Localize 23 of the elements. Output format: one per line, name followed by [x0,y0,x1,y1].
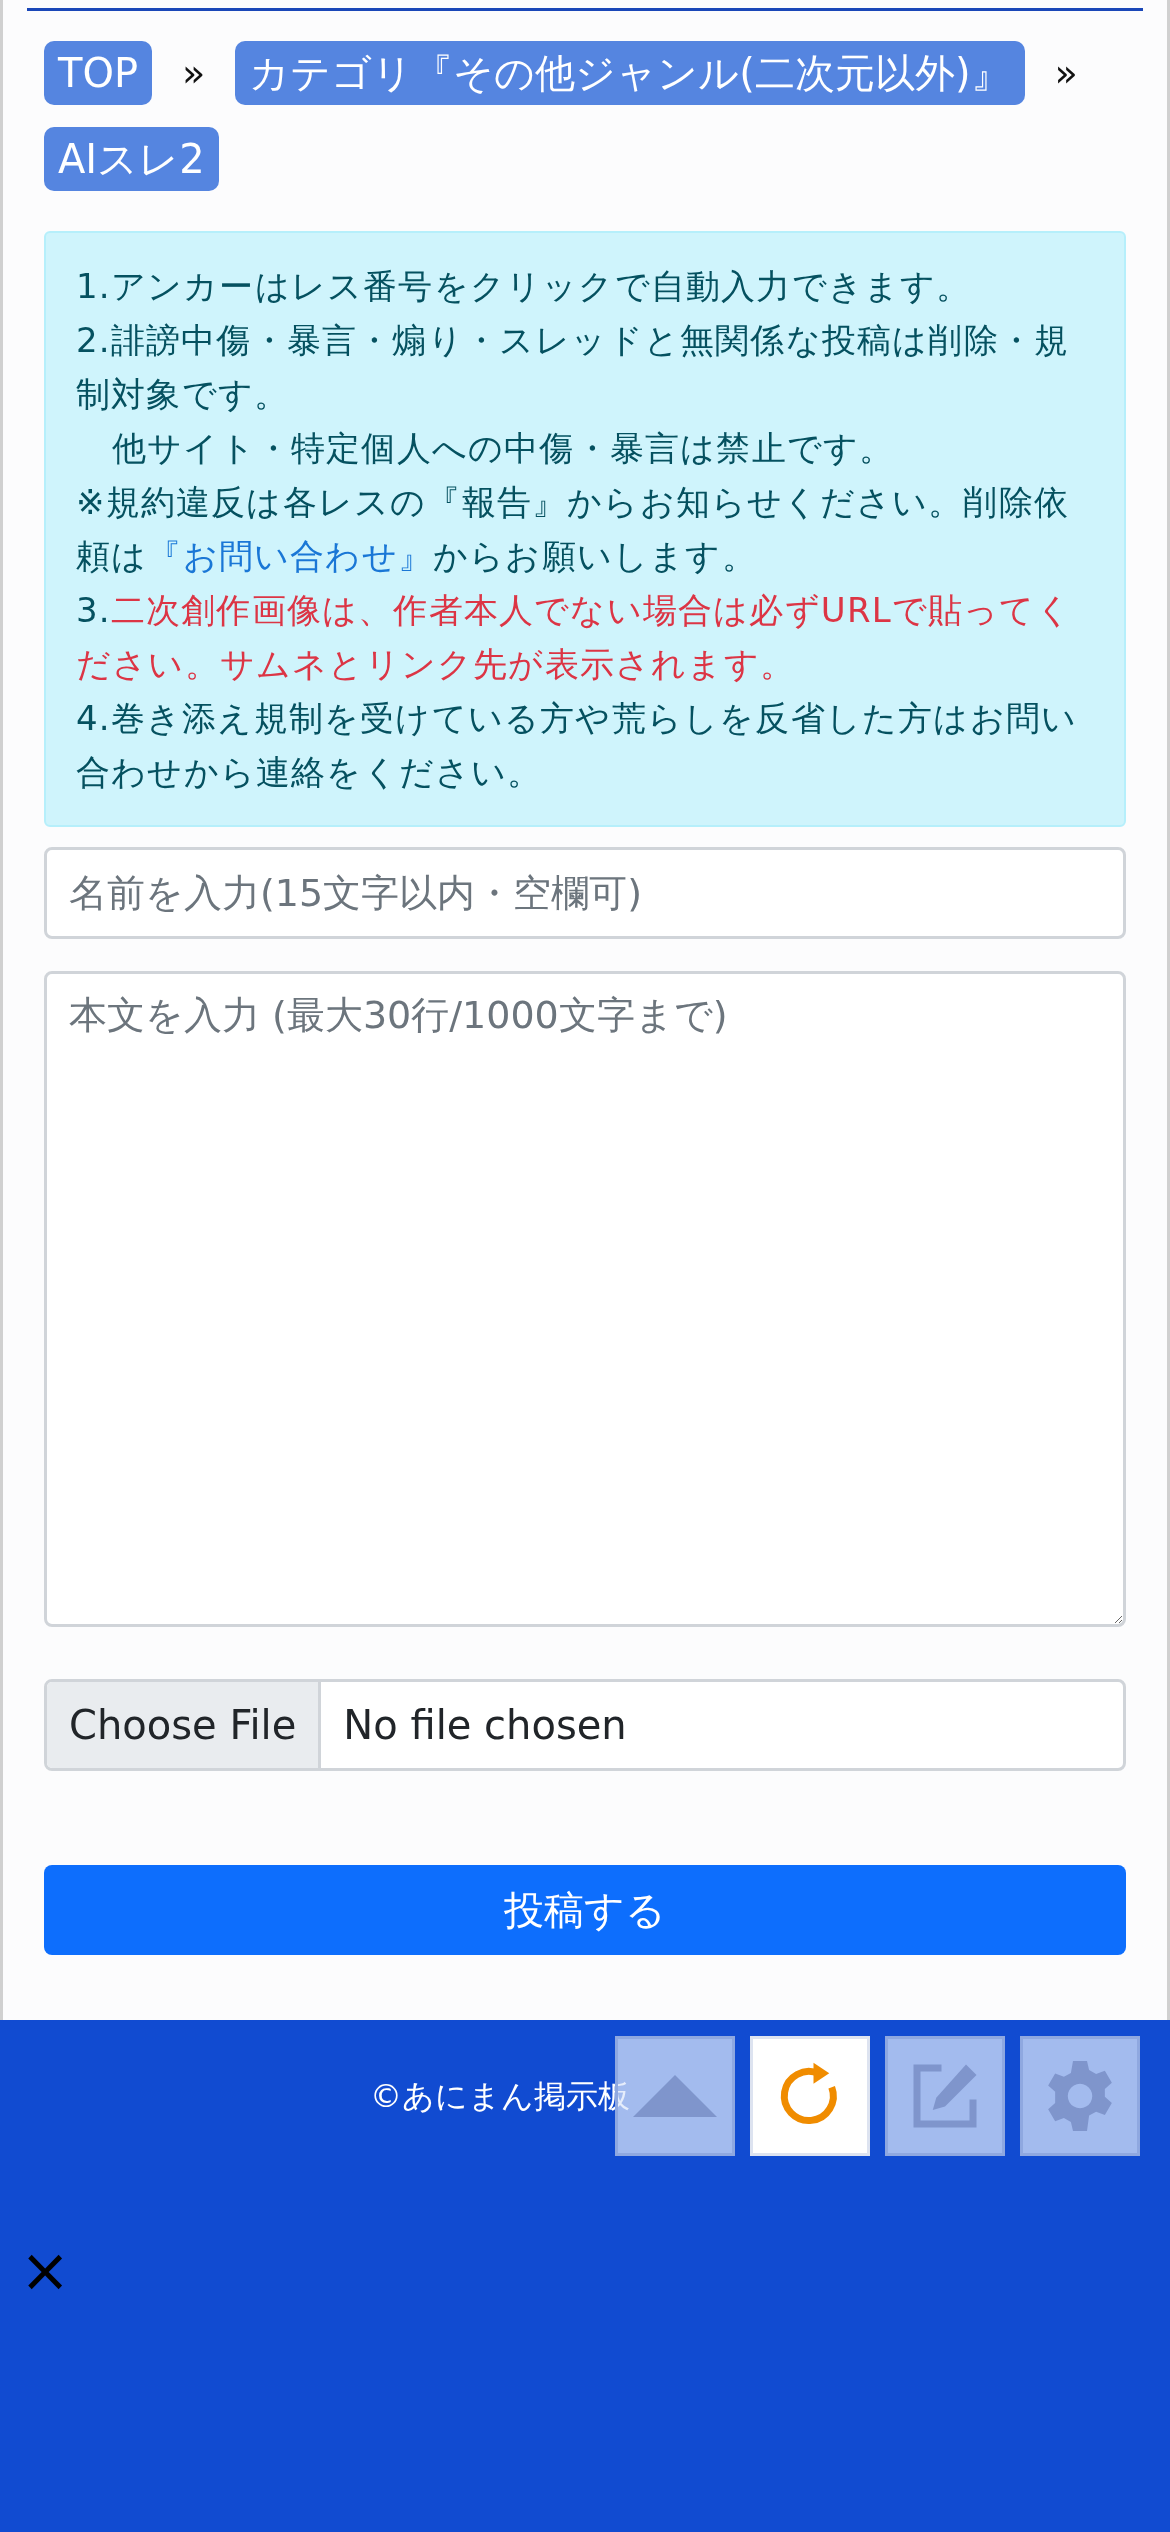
triangle-icon [633,2075,717,2117]
breadcrumb-link[interactable]: AIスレ2 [44,127,219,191]
notice-text: 1.アンカーはレス番号をクリックで自動入力できます。 [76,265,973,308]
breadcrumb-separator: » [182,51,206,95]
breadcrumb-link[interactable]: TOP [44,41,153,105]
choose-file-button[interactable]: Choose File [47,1682,322,1768]
name-field[interactable]: 名前を入力(15文字以内・空欄可) [44,847,1126,939]
notice-text: 4.巻き添え規制を受けている方や荒らしを反省した方はお問い合わせから連絡をください。 [76,697,1079,794]
notice-text: ※規約違反は各レスの『報告』からお知らせください。削除依頼は『お問い合わせ』からお願いします。 [76,481,1071,578]
notice-text: 2.誹謗中傷・暴言・煽り・スレッドと無関係な投稿は削除・規制対象です。 [76,319,1071,416]
close-button[interactable]: × [20,2240,71,2300]
breadcrumb-separator: » [1054,51,1078,95]
notice-text: 3.二次創作画像は、作者本人でない場合は必ずURLで貼ってください。サムネとリンク先が表示されます。 [76,589,1073,686]
breadcrumb-link[interactable]: カテゴリ『その他ジャンル(二次元以外)』 [235,41,1025,105]
contact-link[interactable]: 『お問い合わせ』 [147,536,433,576]
reload-button[interactable] [750,2036,870,2156]
edit-button[interactable] [885,2036,1005,2156]
notice-text: 他サイト・特定個人への中傷・暴言は禁止です。 [111,427,896,470]
settings-button[interactable] [1020,2036,1140,2156]
file-input[interactable]: Choose File No file chosen [44,1679,1126,1771]
file-status: No file chosen [342,1701,628,1750]
body-field[interactable]: 本文を入力 (最大30行/1000文字まで) [44,971,1126,1627]
submit-button[interactable]: 投稿する [44,1865,1126,1955]
